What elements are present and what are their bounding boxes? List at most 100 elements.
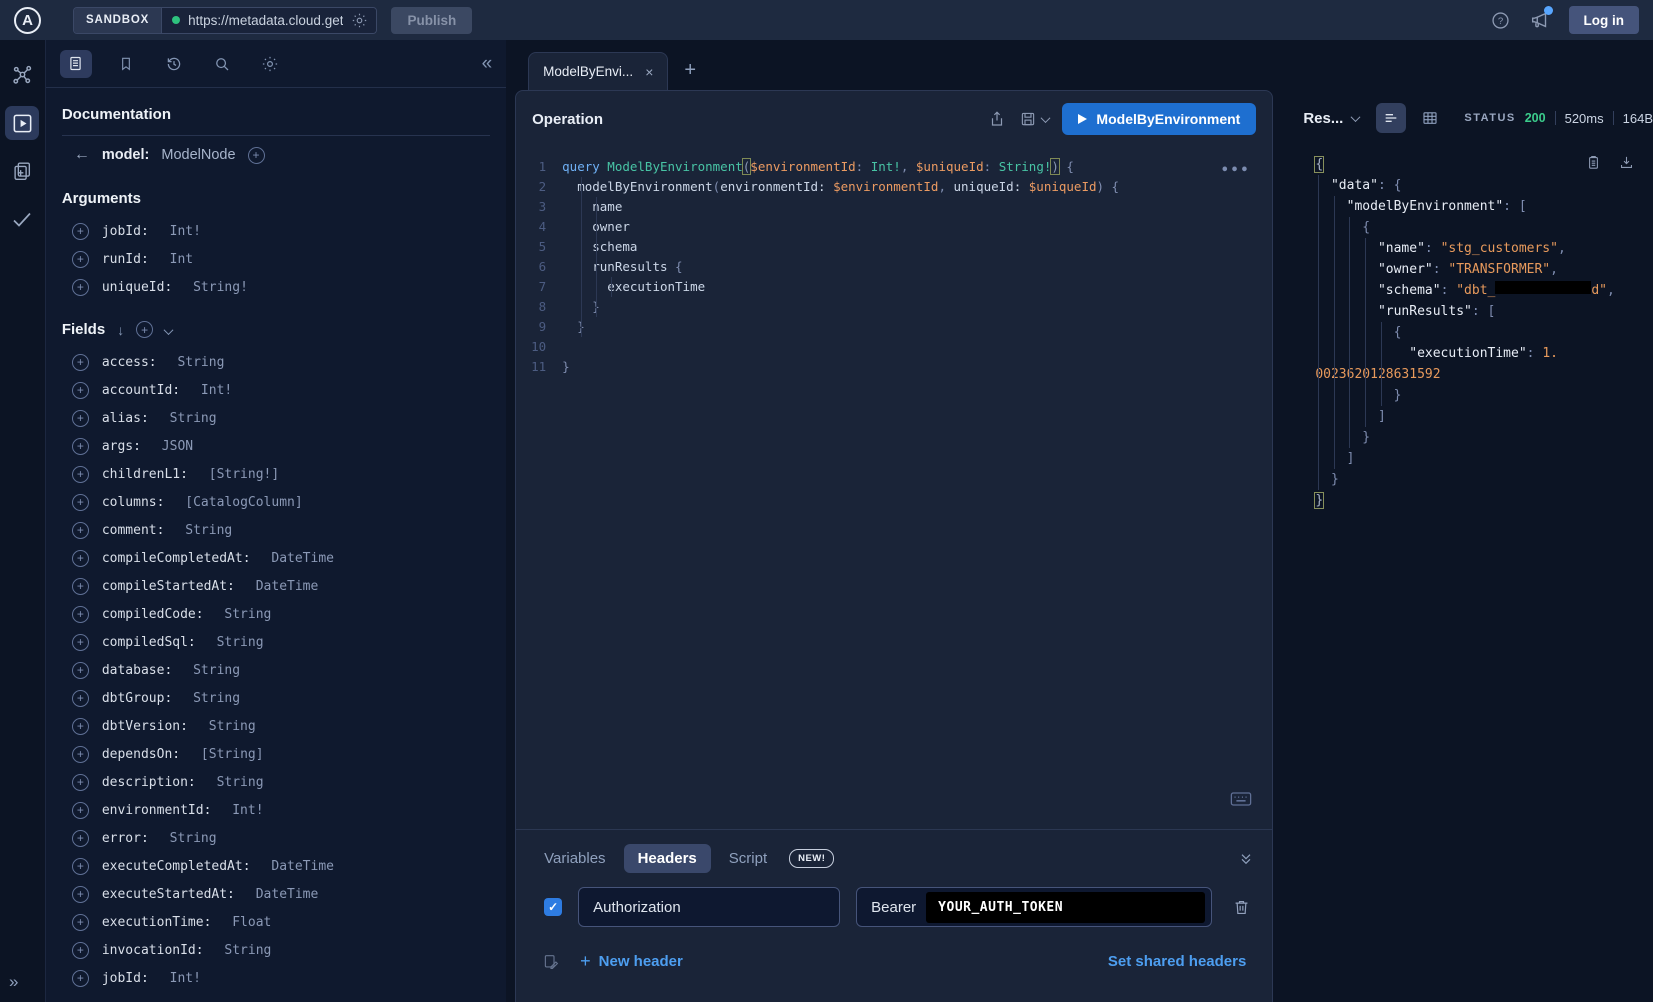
add-field-to-query-icon[interactable]: + [72, 942, 89, 959]
add-field-to-query-icon[interactable]: + [72, 718, 89, 735]
field-type[interactable]: DateTime [248, 887, 318, 902]
schema-field-row[interactable]: + runId: Int [62, 245, 490, 273]
add-field-to-query-icon[interactable]: + [72, 522, 89, 539]
add-field-to-query-icon[interactable]: + [72, 410, 89, 427]
field-type[interactable]: String [209, 635, 264, 650]
field-type[interactable]: String [201, 719, 256, 734]
field-name[interactable]: executionTime: [102, 915, 212, 930]
add-field-to-query-icon[interactable]: + [72, 550, 89, 567]
fields-options-chevron-icon[interactable] [165, 322, 172, 338]
field-type[interactable]: Int! [193, 383, 232, 398]
schema-field-row[interactable]: + executeStartedAt: DateTime [62, 880, 490, 908]
field-type[interactable]: String! [185, 280, 248, 295]
tab-headers[interactable]: Headers [624, 844, 711, 873]
documentation-tab-icon[interactable] [60, 50, 92, 78]
explorer-icon[interactable] [5, 106, 39, 140]
field-type[interactable]: String [162, 831, 217, 846]
add-field-to-query-icon[interactable]: + [72, 494, 89, 511]
field-type[interactable]: Int! [224, 803, 263, 818]
field-type[interactable]: Int [162, 252, 193, 267]
sort-fields-icon[interactable]: ↓ [117, 322, 124, 338]
search-icon[interactable] [208, 50, 236, 78]
schema-field-row[interactable]: +childrenL1: [String!] [62, 460, 490, 488]
breadcrumb-type-link[interactable]: ModelNode [161, 147, 235, 163]
add-field-to-query-icon[interactable]: + [72, 634, 89, 651]
field-type[interactable]: String [162, 411, 217, 426]
add-field-to-query-icon[interactable]: + [72, 662, 89, 679]
field-name[interactable]: accountId: [102, 383, 180, 398]
field-name[interactable]: environmentId: [102, 803, 212, 818]
save-operation-group[interactable] [1019, 110, 1049, 128]
formatted-view-icon[interactable] [1376, 103, 1406, 133]
field-name[interactable]: executeStartedAt: [102, 887, 235, 902]
field-type[interactable]: DateTime [264, 859, 334, 874]
field-type[interactable]: DateTime [264, 551, 334, 566]
field-name[interactable]: runId: [102, 252, 149, 267]
field-name[interactable]: invocationId: [102, 943, 204, 958]
field-type[interactable]: [String] [193, 747, 263, 762]
field-type[interactable]: Float [224, 915, 271, 930]
header-value-input[interactable]: Bearer YOUR_AUTH_TOKEN [856, 887, 1212, 927]
schema-field-row[interactable]: +access: String [62, 348, 490, 376]
add-field-to-query-icon[interactable]: + [72, 830, 89, 847]
back-arrow-icon[interactable]: ← [74, 146, 90, 164]
field-name[interactable]: jobId: [102, 971, 149, 986]
schema-field-row[interactable]: +args: JSON [62, 432, 490, 460]
add-field-to-query-icon[interactable]: + [72, 774, 89, 791]
announcements-megaphone-icon[interactable] [1529, 9, 1551, 31]
add-field-to-query-icon[interactable]: + [72, 886, 89, 903]
field-name[interactable]: compileCompletedAt: [102, 551, 251, 566]
connection-settings-gear-icon[interactable] [351, 12, 368, 29]
schema-field-row[interactable]: + description: String [62, 768, 490, 796]
operation-tab[interactable]: ModelByEnvi... × [528, 52, 668, 90]
add-field-to-query-icon[interactable]: + [72, 438, 89, 455]
add-field-to-query-icon[interactable]: + [72, 690, 89, 707]
publish-button[interactable]: Publish [391, 7, 472, 34]
response-dropdown-chevron-icon[interactable] [1352, 115, 1359, 122]
field-name[interactable]: access: [102, 355, 157, 370]
share-operation-icon[interactable] [988, 110, 1006, 128]
field-name[interactable]: uniqueId: [102, 280, 172, 295]
field-name[interactable]: dbtVersion: [102, 719, 188, 734]
schema-field-row[interactable]: +database: String [62, 656, 490, 684]
add-field-to-query-icon[interactable]: + [72, 578, 89, 595]
settings-gear-icon[interactable] [256, 50, 284, 78]
schema-field-row[interactable]: + dbtVersion: String [62, 712, 490, 740]
add-field-to-query-icon[interactable]: + [72, 279, 89, 296]
header-enabled-checkbox[interactable]: ✓ [544, 898, 562, 916]
add-field-to-query-icon[interactable]: + [72, 251, 89, 268]
add-field-to-query-icon[interactable]: + [72, 914, 89, 931]
field-name[interactable]: childrenL1: [102, 467, 188, 482]
field-type[interactable]: String [177, 523, 232, 538]
add-field-to-query-icon[interactable]: + [72, 354, 89, 371]
history-icon[interactable] [160, 50, 188, 78]
field-name[interactable]: columns: [102, 495, 165, 510]
schema-field-row[interactable]: +comment: String [62, 516, 490, 544]
new-header-button[interactable]: + New header [580, 951, 683, 972]
add-field-to-query-icon[interactable]: + [72, 970, 89, 987]
schema-field-row[interactable]: +dbtGroup: String [62, 684, 490, 712]
schema-field-row[interactable]: +environmentId: Int! [62, 796, 490, 824]
set-shared-headers-button[interactable]: Set shared headers [1108, 953, 1246, 970]
schema-field-row[interactable]: + executionTime: Float [62, 908, 490, 936]
field-name[interactable]: jobId: [102, 224, 149, 239]
schema-field-row[interactable]: +executeCompletedAt: DateTime [62, 852, 490, 880]
collections-icon[interactable] [5, 154, 39, 188]
expand-rail-icon[interactable]: » [9, 972, 18, 992]
schema-field-row[interactable]: + compileCompletedAt: DateTime [62, 544, 490, 572]
field-type[interactable]: Int! [162, 224, 201, 239]
field-name[interactable]: compileStartedAt: [102, 579, 235, 594]
field-name[interactable]: description: [102, 775, 196, 790]
delete-header-icon[interactable] [1228, 898, 1254, 917]
field-type[interactable]: String [209, 775, 264, 790]
field-name[interactable]: compiledSql: [102, 635, 196, 650]
schema-field-row[interactable]: +compileStartedAt: DateTime [62, 572, 490, 600]
field-type[interactable]: String [185, 663, 240, 678]
field-name[interactable]: executeCompletedAt: [102, 859, 251, 874]
field-name[interactable]: args: [102, 439, 141, 454]
schema-field-row[interactable]: +alias: String [62, 404, 490, 432]
collapse-panel-icon[interactable]: « [482, 53, 493, 75]
endpoint-url[interactable]: https://metadata.cloud.get [188, 13, 343, 28]
add-type-to-query-icon[interactable]: + [248, 147, 265, 164]
endpoint-url-box[interactable]: https://metadata.cloud.get [162, 8, 376, 33]
